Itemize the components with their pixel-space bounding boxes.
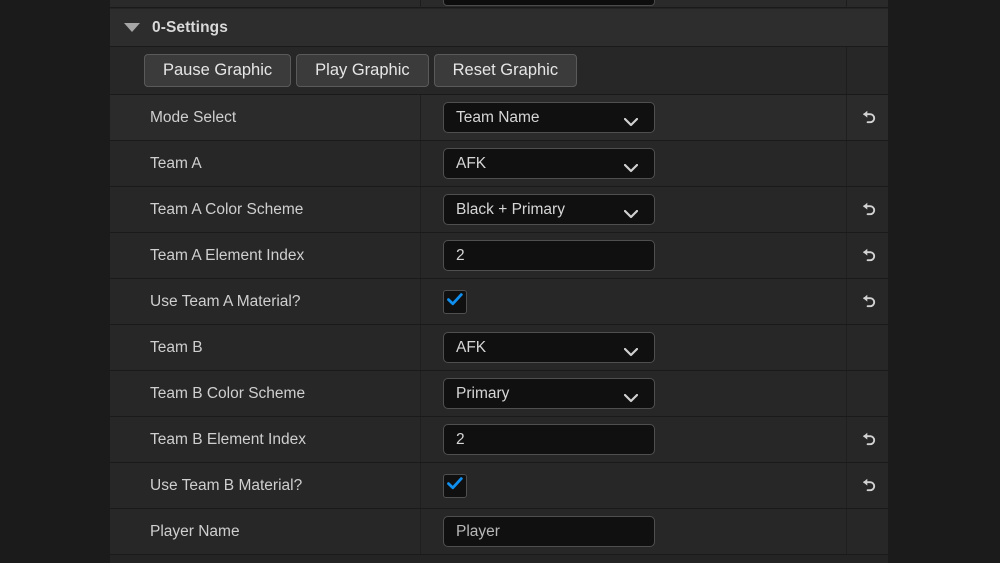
column-divider-right bbox=[846, 509, 847, 554]
property-value-cell: AFK bbox=[443, 141, 655, 186]
chevron-down-icon bbox=[623, 344, 639, 362]
checkbox[interactable] bbox=[443, 289, 467, 314]
text-input[interactable]: Player bbox=[443, 516, 655, 547]
checkmark-icon bbox=[447, 292, 463, 311]
property-label: Team A Element Index bbox=[150, 246, 305, 264]
pause-graphic-button[interactable]: Pause Graphic bbox=[144, 54, 292, 87]
combo-value: AFK bbox=[456, 154, 487, 172]
details-panel: 0-Settings Pause Graphic Play Graphic Re… bbox=[110, 0, 888, 563]
reset-arrow-icon[interactable] bbox=[847, 233, 888, 278]
property-value-cell: 2 bbox=[443, 233, 655, 278]
property-value-cell: Player bbox=[443, 509, 655, 554]
property-value-cell: 2 bbox=[443, 417, 655, 462]
property-row: Team B Color Scheme Primary bbox=[110, 371, 888, 417]
property-label: Team B bbox=[150, 338, 203, 356]
property-row: Team B AFK bbox=[110, 325, 888, 371]
column-divider-right bbox=[846, 0, 847, 8]
play-graphic-button[interactable]: Play Graphic bbox=[296, 54, 429, 87]
property-value-cell: Primary bbox=[443, 371, 655, 416]
number-input[interactable]: 2 bbox=[443, 240, 655, 271]
property-value-cell bbox=[443, 279, 467, 324]
property-row: Mode Select Team Name bbox=[110, 95, 888, 141]
combo-box[interactable]: Team Name bbox=[443, 102, 655, 133]
input-value: Player bbox=[456, 522, 500, 540]
category-title: 0-Settings bbox=[152, 18, 228, 36]
property-row: Use Team A Material? bbox=[110, 279, 888, 325]
combo-box[interactable]: AFK bbox=[443, 332, 655, 363]
combo-value: AFK bbox=[456, 338, 487, 356]
input-value: 2 bbox=[456, 246, 465, 264]
combo-value: Black + Primary bbox=[456, 200, 565, 218]
chevron-down-icon bbox=[623, 390, 639, 408]
property-row: Team A Element Index 2 bbox=[110, 233, 888, 279]
property-label: Team A bbox=[150, 154, 202, 172]
property-value-cell: AFK bbox=[443, 325, 655, 370]
checkmark-icon bbox=[447, 476, 463, 495]
checkbox[interactable] bbox=[443, 473, 467, 498]
property-value-cell bbox=[443, 463, 467, 508]
combo-box[interactable]: Black + Primary bbox=[443, 194, 655, 225]
reset-arrow-icon[interactable] bbox=[847, 279, 888, 324]
input-value: 2 bbox=[456, 430, 465, 448]
reset-arrow-icon[interactable] bbox=[847, 417, 888, 462]
column-divider bbox=[420, 325, 421, 370]
property-row: Team B Element Index 2 bbox=[110, 417, 888, 463]
property-label: Team B Color Scheme bbox=[150, 384, 306, 402]
vertical-scrollbar-track[interactable] bbox=[891, 0, 896, 563]
column-divider bbox=[420, 279, 421, 324]
property-value-cell: Team Name bbox=[443, 95, 655, 140]
property-value-cell: Black + Primary bbox=[443, 187, 655, 232]
column-divider bbox=[420, 95, 421, 140]
column-divider bbox=[420, 371, 421, 416]
combo-box[interactable]: AFK bbox=[443, 148, 655, 179]
reset-graphic-button[interactable]: Reset Graphic bbox=[433, 54, 578, 87]
reset-arrow-icon[interactable] bbox=[847, 95, 888, 140]
reset-arrow-icon[interactable] bbox=[847, 187, 888, 232]
combo-box[interactable]: Primary bbox=[443, 378, 655, 409]
property-row: Player Name Player bbox=[110, 509, 888, 555]
column-divider-right bbox=[846, 371, 847, 416]
chevron-down-icon bbox=[623, 206, 639, 224]
column-divider bbox=[420, 463, 421, 508]
property-label: Team B Element Index bbox=[150, 430, 306, 448]
property-rows: Mode Select Team Name Team A AFK Team A Colo… bbox=[110, 95, 888, 555]
chevron-down-icon bbox=[623, 160, 639, 178]
property-row: Team A Color Scheme Black + Primary bbox=[110, 187, 888, 233]
property-row: Team A AFK bbox=[110, 141, 888, 187]
clipped-previous-row bbox=[110, 0, 888, 8]
property-label: Mode Select bbox=[150, 108, 237, 126]
property-label: Use Team B Material? bbox=[150, 476, 303, 494]
action-button-strip: Pause Graphic Play Graphic Reset Graphic bbox=[144, 54, 578, 87]
column-divider bbox=[420, 187, 421, 232]
column-divider-right bbox=[846, 325, 847, 370]
column-divider bbox=[420, 0, 421, 8]
chevron-down-icon bbox=[623, 114, 639, 132]
combo-value: Primary bbox=[456, 384, 510, 402]
column-divider-right bbox=[846, 47, 847, 94]
app-root: 0-Settings Pause Graphic Play Graphic Re… bbox=[0, 0, 1000, 563]
property-row: Use Team B Material? bbox=[110, 463, 888, 509]
column-divider-right bbox=[846, 141, 847, 186]
column-divider bbox=[420, 141, 421, 186]
number-input[interactable]: 2 bbox=[443, 424, 655, 455]
category-header-0-settings[interactable]: 0-Settings bbox=[110, 9, 888, 47]
combo-value: Team Name bbox=[456, 108, 540, 126]
column-divider bbox=[420, 233, 421, 278]
action-button-row: Pause Graphic Play Graphic Reset Graphic bbox=[110, 47, 888, 95]
clipped-previous-field[interactable] bbox=[443, 0, 655, 6]
triangle-down-icon[interactable] bbox=[124, 23, 140, 32]
column-divider bbox=[420, 509, 421, 554]
column-divider bbox=[420, 417, 421, 462]
reset-arrow-icon[interactable] bbox=[847, 463, 888, 508]
property-label: Player Name bbox=[150, 522, 240, 540]
property-label: Team A Color Scheme bbox=[150, 200, 304, 218]
property-label: Use Team A Material? bbox=[150, 292, 301, 310]
